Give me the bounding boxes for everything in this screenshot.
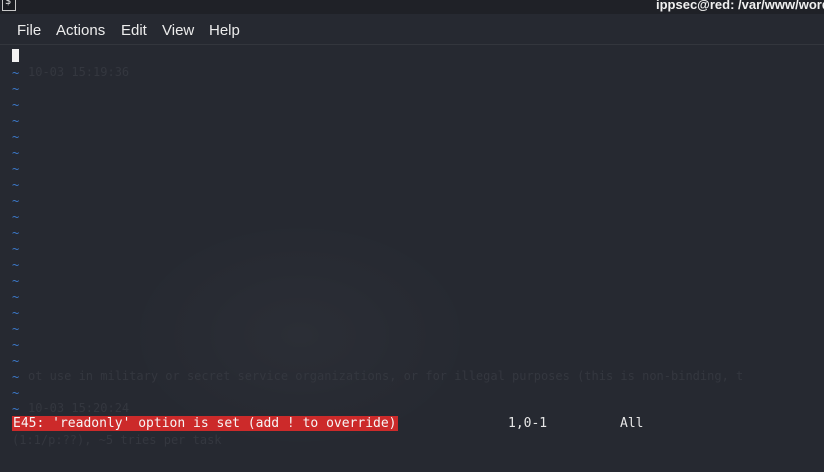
menu-view[interactable]: View xyxy=(162,22,194,39)
menu-actions[interactable]: Actions xyxy=(56,22,105,39)
menu-help[interactable]: Help xyxy=(209,22,240,39)
tilde-marker: ~ xyxy=(12,82,20,96)
tilde-marker: ~ xyxy=(12,66,20,80)
tilde-marker: ~ xyxy=(12,130,20,144)
tilde-marker: ~ xyxy=(12,274,20,288)
tilde-marker: ~ xyxy=(12,242,20,256)
vim-editor[interactable]: 10-03 15:19:36 ot use in military or sec… xyxy=(0,45,824,472)
tilde-marker: ~ xyxy=(12,338,20,352)
tilde-marker: ~ xyxy=(12,226,20,240)
cursor-position: 1,0-1 xyxy=(508,416,548,431)
tilde-marker: ~ xyxy=(12,162,20,176)
menu-file[interactable]: File xyxy=(17,22,41,39)
ghost-text-line: (1:1/p:??), ~5 tries per task xyxy=(12,433,222,447)
terminal-icon: $ xyxy=(2,0,16,11)
terminal-window: $ ippsec@red: /var/www/wordp File Action… xyxy=(0,0,824,472)
title-bar: $ ippsec@red: /var/www/wordp xyxy=(0,0,824,14)
error-message: E45: 'readonly' option is set (add ! to … xyxy=(12,416,398,431)
tilde-marker: ~ xyxy=(12,210,20,224)
tilde-marker: ~ xyxy=(12,178,20,192)
tilde-marker: ~ xyxy=(12,322,20,336)
tilde-marker: ~ xyxy=(12,386,20,400)
scroll-indicator: All xyxy=(620,416,644,431)
tilde-marker: ~ xyxy=(12,402,20,416)
text-cursor xyxy=(12,49,19,62)
menu-edit[interactable]: Edit xyxy=(121,22,147,39)
ghost-text-line: 10-03 15:19:36 xyxy=(28,65,130,79)
tilde-marker: ~ xyxy=(12,354,20,368)
ghost-text-line: ot use in military or secret service org… xyxy=(28,369,744,383)
tilde-marker: ~ xyxy=(12,306,20,320)
tilde-marker: ~ xyxy=(12,194,20,208)
menu-bar: File Actions Edit View Help xyxy=(0,14,824,45)
window-title: ippsec@red: /var/www/wordp xyxy=(656,0,824,12)
tilde-marker: ~ xyxy=(12,114,20,128)
tilde-marker: ~ xyxy=(12,98,20,112)
tilde-marker: ~ xyxy=(12,258,20,272)
tilde-marker: ~ xyxy=(12,290,20,304)
ghost-text-line: 10-03 15:20:24 xyxy=(28,401,130,415)
tilde-marker: ~ xyxy=(12,146,20,160)
tilde-marker: ~ xyxy=(12,370,20,384)
